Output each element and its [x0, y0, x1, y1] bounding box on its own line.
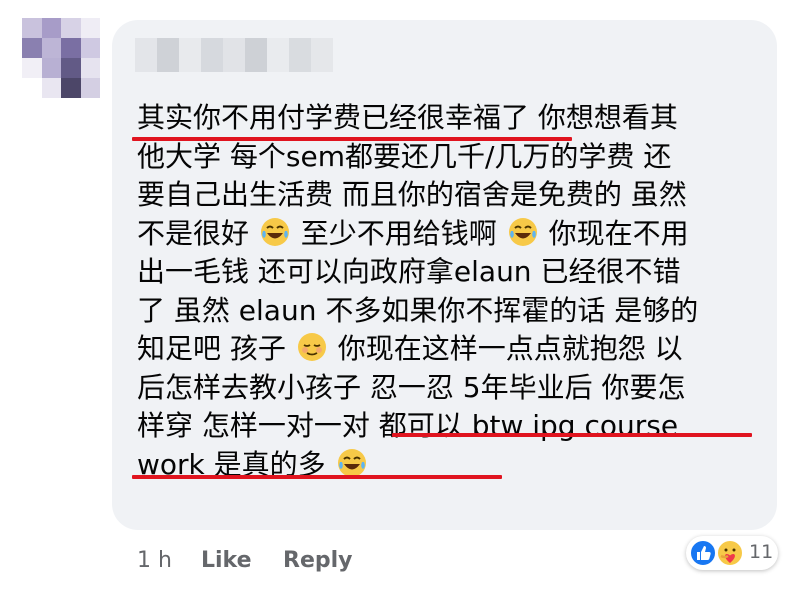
laughing-tears-emoji [508, 217, 537, 246]
reaction-count: 11 [749, 541, 774, 563]
comment-line: 后怎样去教小孩子 忍一忍 5年毕业后 你要怎 [137, 370, 686, 404]
comment-timestamp[interactable]: 1 h [137, 548, 172, 573]
care-reaction-icon [716, 539, 744, 567]
reply-button[interactable]: Reply [283, 548, 353, 573]
laughing-tears-emoji [260, 217, 289, 246]
comment-line: 出一毛钱 还可以向政府拿elaun 已经很不错 [137, 255, 681, 288]
comment-line: 要自己出生活费 而且你的宿舍是免费的 虽然 [137, 178, 687, 211]
like-button[interactable]: Like [201, 548, 252, 573]
reactions-summary[interactable]: 11 [686, 536, 778, 570]
comment-text-segment: 你现在这样一点点就抱怨 以 [328, 332, 683, 365]
comment-text: 其实你不用付学费已经很幸福了 你想想看其 他大学 每个sem都要还几千/几万的学… [137, 99, 762, 484]
annotation-underline [392, 433, 752, 437]
comment-text-segment: 不是很好 [137, 216, 258, 250]
comment-line: 其实你不用付学费已经很幸福了 你想想看其 [137, 101, 678, 134]
comment-line: 他大学 每个sem都要还几千/几万的学费 还 [137, 139, 672, 173]
like-reaction-icon [689, 539, 717, 567]
author-name-blurred[interactable] [135, 38, 340, 72]
comment-text-segment: 你现在不用 [539, 216, 689, 250]
annotation-underline [132, 137, 572, 141]
comment-line: 样穿 怎样一对一对 都可以 btw ipg course [137, 409, 679, 442]
relieved-face-emoji [297, 333, 326, 361]
comment-line: 知足吧 孩子 你现在这样一点点就抱怨 以 [137, 330, 762, 369]
laughing-tears-emoji [337, 448, 366, 477]
comment-text-segment: 知足吧 孩子 [137, 332, 295, 365]
comment-text-segment: 至少不用给钱啊 [291, 216, 506, 250]
annotation-underline [132, 475, 502, 479]
avatar[interactable] [22, 18, 100, 98]
comment-line: 不是很好 至少不用给钱啊 你现在不用 [137, 215, 762, 254]
comment-line: 了 虽然 elaun 不多如果你不挥霍的话 是够的 [137, 293, 699, 327]
